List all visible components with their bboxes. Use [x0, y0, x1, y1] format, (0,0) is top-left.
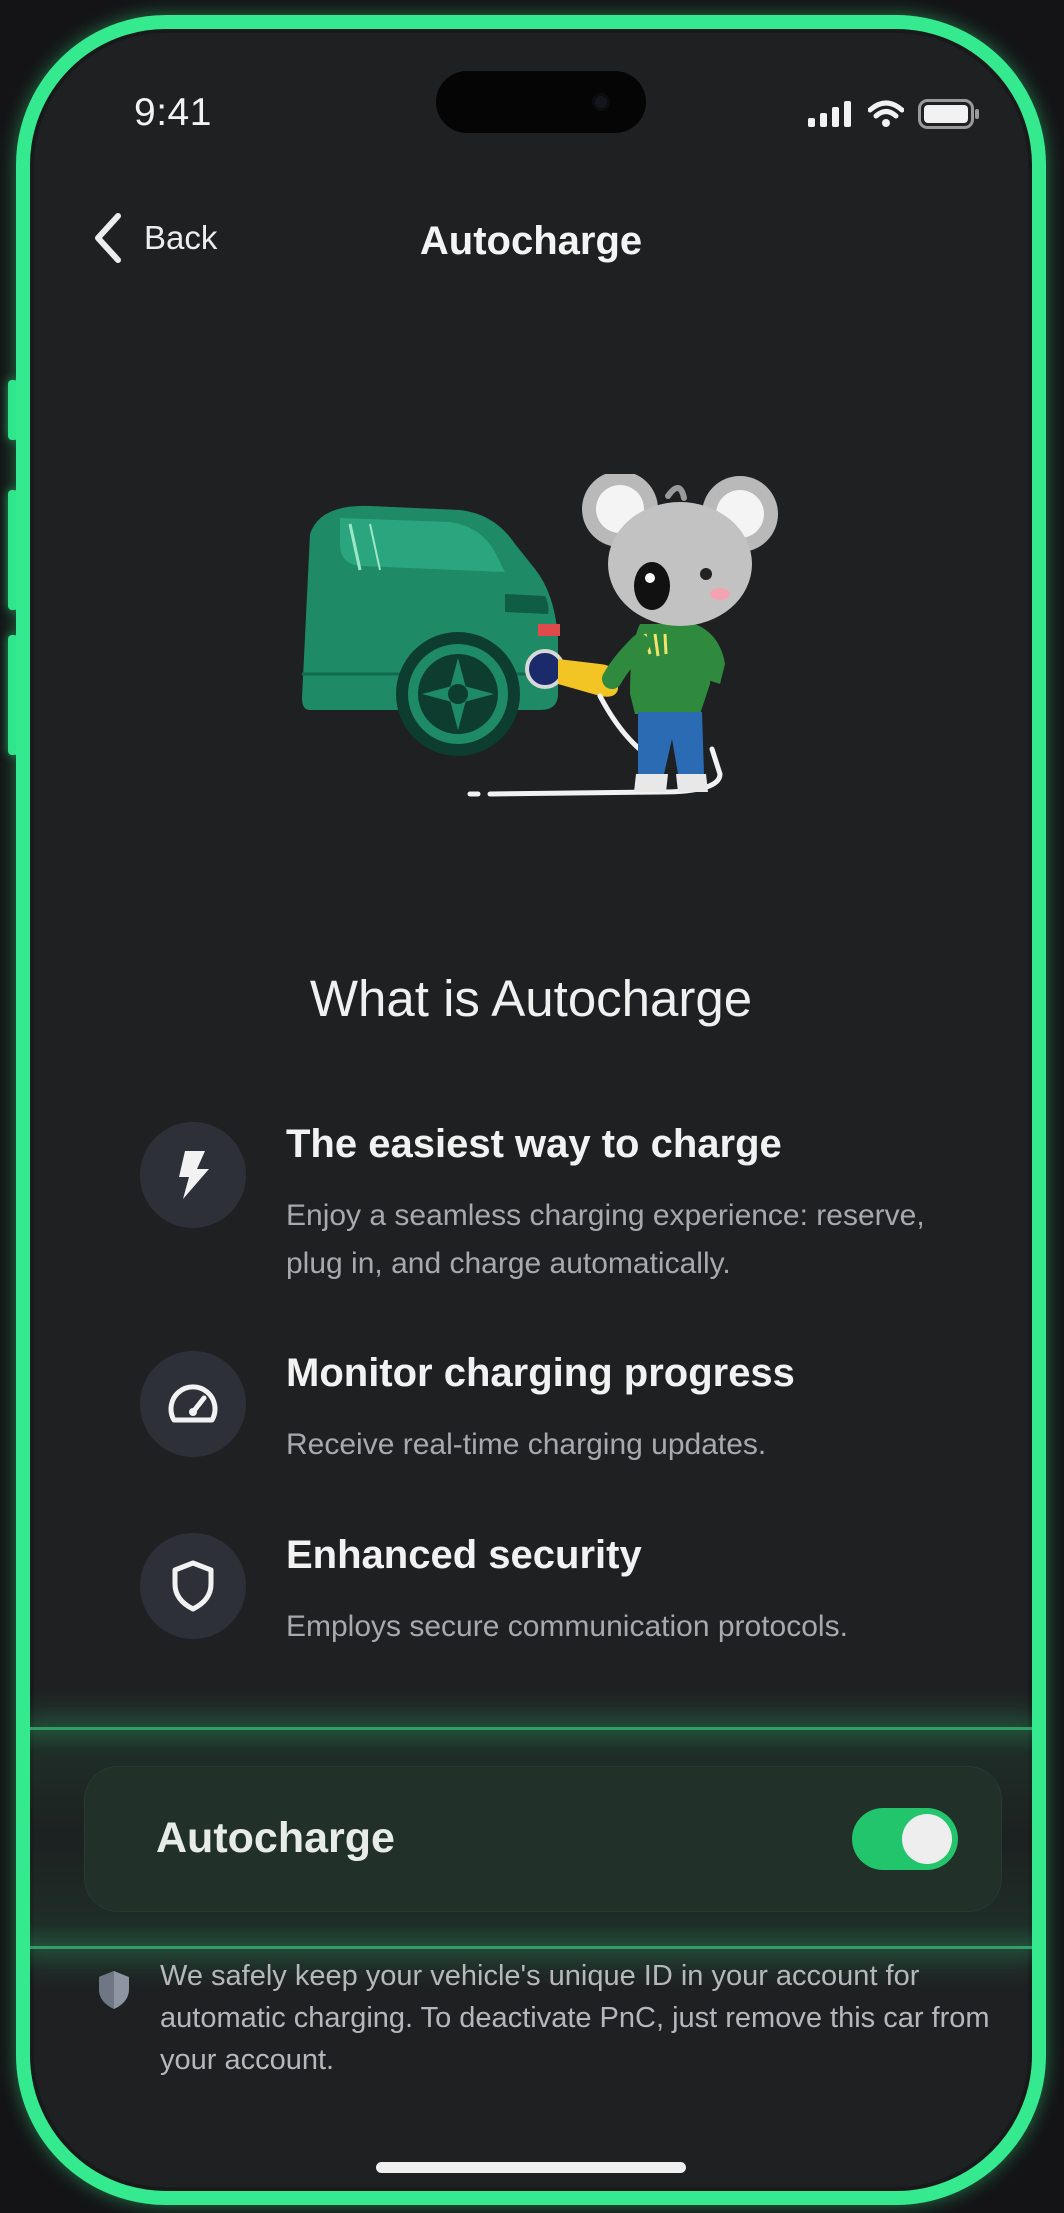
shield-icon — [172, 1560, 214, 1612]
feature-description: Enjoy a seamless charging experience: re… — [286, 1199, 925, 1280]
feature-item: The easiest way to charge Enjoy a seamle… — [140, 1122, 970, 1282]
battery-icon — [918, 99, 979, 129]
feature-icon-circle — [140, 1122, 246, 1228]
shield-fill-icon — [99, 1971, 129, 2009]
autocharge-toggle-switch[interactable] — [852, 1808, 958, 1870]
bolt-icon — [179, 1151, 209, 1199]
front-camera — [592, 93, 610, 111]
dynamic-island — [436, 71, 646, 133]
wifi-icon — [868, 100, 904, 127]
status-time: 9:41 — [134, 91, 212, 134]
feature-item: Monitor charging progress Receive real-t… — [140, 1351, 970, 1461]
feature-title: Monitor charging progress — [286, 1351, 795, 1395]
status-icons — [808, 99, 980, 129]
feature-item: Enhanced security Employs secure communi… — [140, 1533, 970, 1643]
feature-description: Receive real-time charging updates. — [286, 1428, 767, 1461]
device-frame: 9:41 Back Autocharge What is Autocharge … — [16, 15, 1046, 2205]
toggle-knob — [902, 1814, 952, 1864]
speedometer-icon — [168, 1384, 218, 1423]
section-headline: What is Autocharge — [309, 970, 753, 1027]
feature-icon-circle — [140, 1351, 246, 1457]
feature-title: Enhanced security — [286, 1533, 642, 1577]
autocharge-toggle-row: Autocharge — [84, 1766, 1002, 1912]
koala-charging-car-illustration — [302, 474, 778, 797]
privacy-note: We safely keep your vehicle's unique ID … — [160, 1960, 990, 2076]
page-title: Autocharge — [419, 219, 643, 263]
autocharge-toggle-label: Autocharge — [156, 1814, 395, 1862]
cellular-signal-icon — [808, 101, 851, 127]
screen: 9:41 Back Autocharge What is Autocharge … — [30, 29, 1032, 2191]
feature-icon-circle — [140, 1533, 246, 1639]
feature-description: Employs secure communication protocols. — [286, 1610, 848, 1643]
home-indicator[interactable] — [376, 2162, 686, 2173]
feature-title: The easiest way to charge — [286, 1122, 782, 1166]
